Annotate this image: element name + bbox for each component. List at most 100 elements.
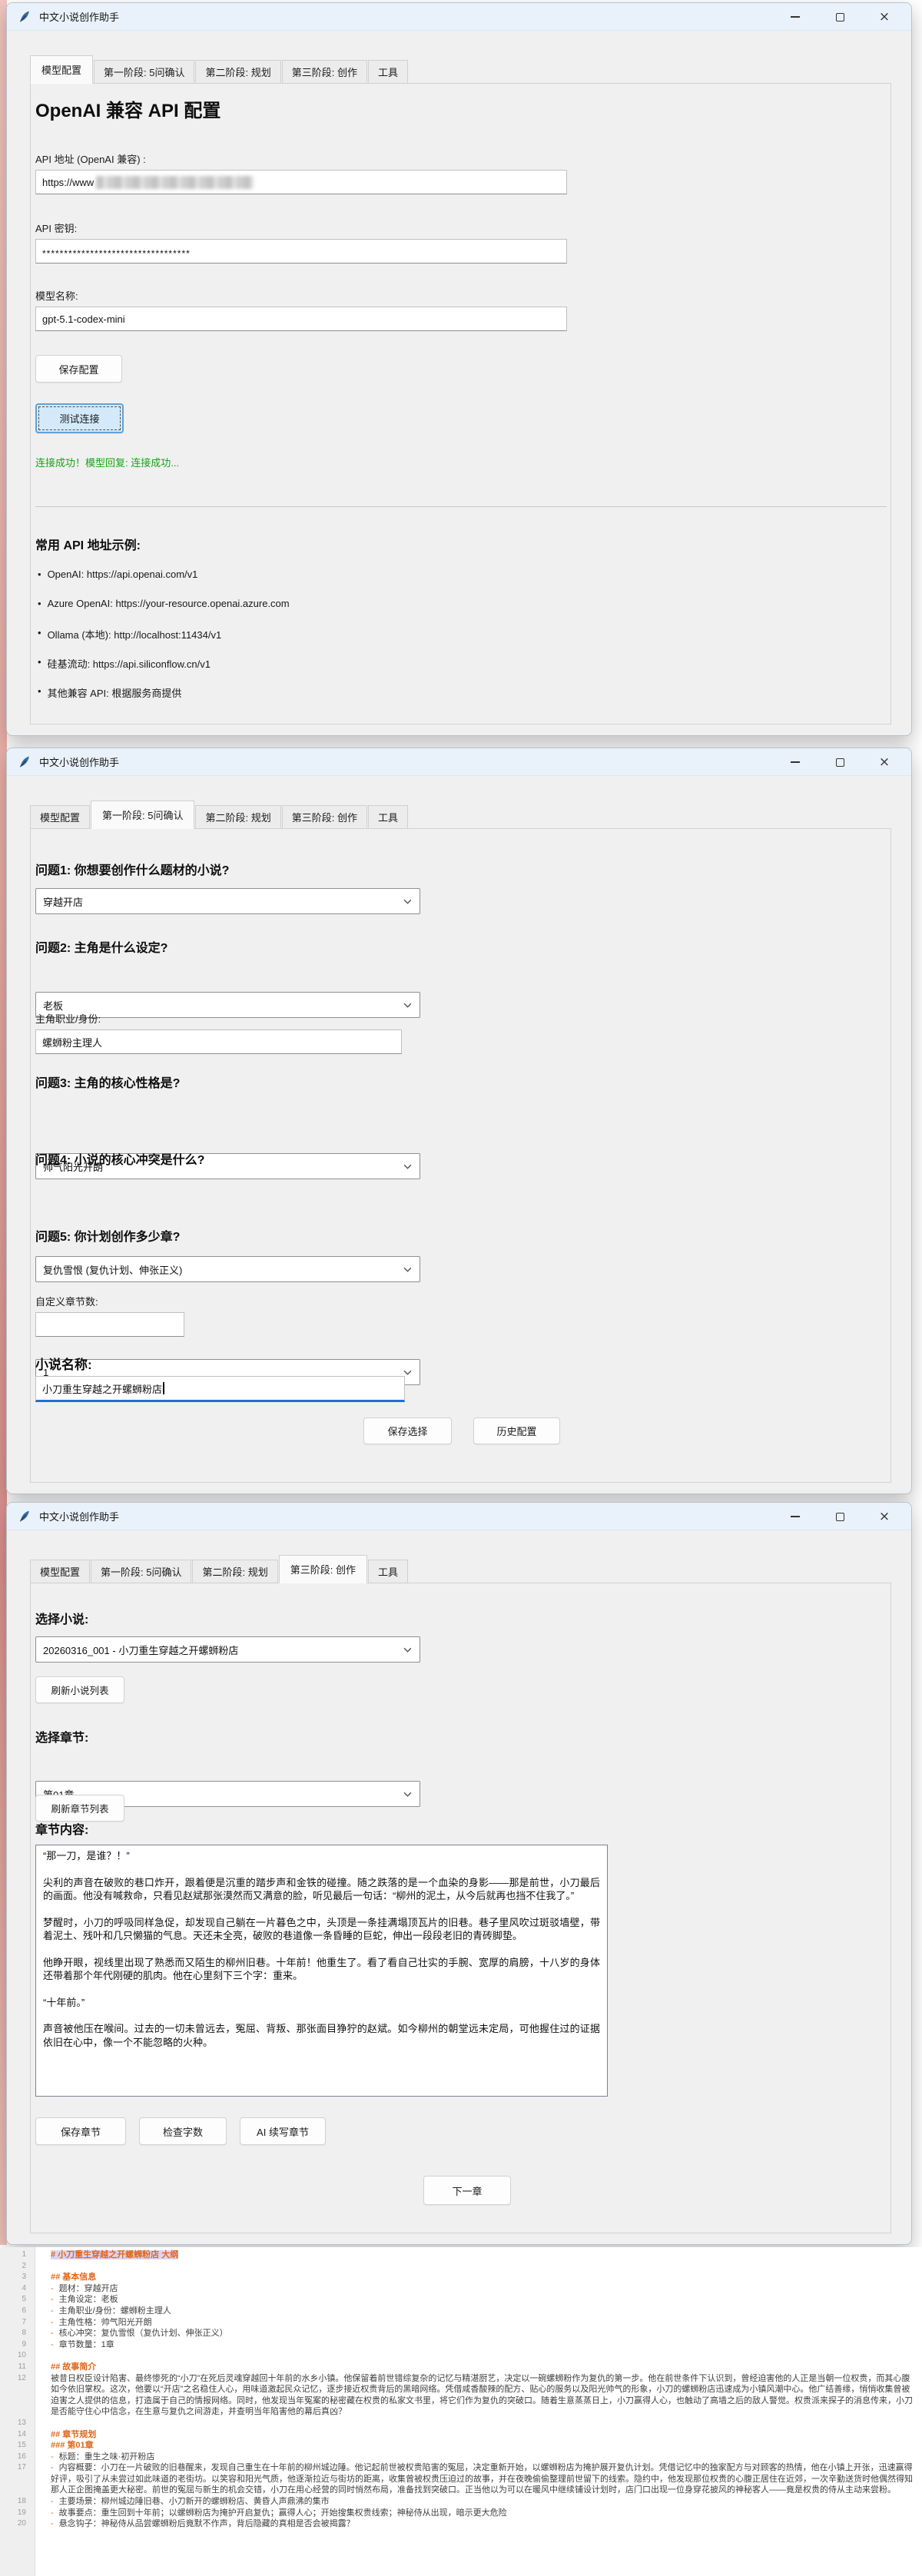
tab-stage1[interactable]: 第一阶段: 5问确认 — [94, 60, 194, 84]
novel-select[interactable]: 20260316_001 - 小刀重生穿越之开螺蛳粉店 — [35, 1636, 420, 1663]
chapter-paragraph: 尖利的声音在破败的巷口炸开，跟着便是沉重的踏步声和金铁的碰撞。随之跌落的是一个血… — [43, 1876, 600, 1903]
line-number: 10 — [0, 2350, 35, 2362]
line-number: 14 — [0, 2429, 35, 2441]
editor-line: 7-主角性格：帅气阳光开朗 — [0, 2317, 922, 2329]
q1-genre-select[interactable]: 穿越开店 — [35, 888, 420, 914]
list-item: • 其他兼容 API: 根据服务商提供 — [38, 685, 181, 700]
model-name-input[interactable]: gpt-5.1-codex-mini — [35, 307, 567, 331]
maximize-button[interactable] — [818, 1503, 862, 1530]
minimize-button[interactable] — [773, 748, 818, 776]
line-number: 13 — [0, 2418, 35, 2429]
q2-value: 老板 — [43, 998, 63, 1013]
bullet-icon: • — [38, 569, 41, 580]
redacted-url-text — [96, 176, 254, 189]
editor-line: 15### 第01章 — [0, 2440, 922, 2452]
titlebar[interactable]: 中文小说创作助手 × — [7, 3, 911, 31]
tk-feather-icon — [18, 10, 32, 24]
text-caret — [163, 1382, 164, 1394]
tab-tools[interactable]: 工具 — [368, 805, 408, 829]
novel-select-value: 20260316_001 - 小刀重生穿越之开螺蛳粉店 — [43, 1643, 238, 1657]
close-button[interactable]: × — [862, 3, 907, 31]
editor-line: 4-题材：穿越开店 — [0, 2283, 922, 2295]
editor-line: 10 — [0, 2350, 922, 2362]
save-selection-button[interactable]: 保存选择 — [363, 1417, 452, 1444]
editor-line: 18-主要场景：柳州城边陲旧巷、小刀新开的螺蛳粉店、黄昏人声鼎沸的集市 — [0, 2496, 922, 2508]
line-number: 4 — [0, 2283, 35, 2295]
minimize-button[interactable] — [773, 3, 818, 31]
bullet-icon: • — [38, 627, 41, 642]
chevron-down-icon — [403, 1647, 412, 1653]
bullet-icon: • — [38, 685, 41, 700]
api-key-input[interactable]: ********************************** — [35, 239, 567, 264]
save-chapter-button[interactable]: 保存章节 — [35, 2117, 126, 2145]
chevron-down-icon — [403, 1792, 412, 1797]
example-siliconflow: 硅基流动: https://api.siliconflow.cn/v1 — [48, 656, 211, 671]
tab-tools[interactable]: 工具 — [368, 60, 408, 84]
line-number: 18 — [0, 2496, 35, 2508]
md-title: # 小刀重生穿越之开螺蛳粉店 大纲 — [51, 2250, 178, 2259]
history-config-button[interactable]: 历史配置 — [473, 1417, 560, 1444]
tab-stage2[interactable]: 第二阶段: 规划 — [195, 805, 280, 829]
example-other: 其他兼容 API: 根据服务商提供 — [48, 685, 182, 700]
chapter-content-textarea[interactable]: “那一刀，是谁？！” 尖利的声音在破败的巷口炸开，跟着便是沉重的踏步声和金铁的碰… — [35, 1845, 608, 2097]
line-number: 11 — [0, 2362, 35, 2373]
window-title: 中文小说创作助手 — [39, 754, 119, 769]
tab-model-config[interactable]: 模型配置 — [30, 805, 90, 829]
ai-continue-button[interactable]: AI 续写章节 — [240, 2117, 326, 2145]
test-connection-button[interactable]: 测试连接 — [35, 403, 124, 433]
md-list-item: 悬念钩子：神秘侍从品尝螺蛳粉后竟默不作声，背后隐藏的真相是否会被揭露？ — [59, 2519, 355, 2528]
list-marker: - — [51, 2519, 54, 2528]
tab-stage1[interactable]: 第一阶段: 5问确认 — [91, 1560, 191, 1583]
novel-name-input[interactable]: 小刀重生穿越之开螺蛳粉店 — [35, 1376, 405, 1402]
minimize-icon — [791, 761, 800, 763]
chapter-content-label: 章节内容: — [35, 1819, 88, 1838]
line-number: 1 — [0, 2249, 35, 2261]
tab-tools[interactable]: 工具 — [368, 1560, 408, 1583]
refresh-chapters-button[interactable]: 刷新章节列表 — [35, 1795, 124, 1822]
titlebar[interactable]: 中文小说创作助手 × — [7, 1503, 911, 1530]
list-marker: - — [51, 2306, 54, 2316]
tab-bar: 模型配置 第一阶段: 5问确认 第二阶段: 规划 第三阶段: 创作 工具 — [30, 801, 409, 829]
tab-stage3[interactable]: 第三阶段: 创作 — [279, 1555, 367, 1583]
tab-stage3[interactable]: 第三阶段: 创作 — [282, 805, 367, 829]
occupation-value: 螺蛳粉主理人 — [42, 1035, 102, 1049]
editor-line: 1 # 小刀重生穿越之开螺蛳粉店 大纲 — [0, 2249, 922, 2261]
chevron-down-icon — [403, 899, 412, 904]
list-item: •Ollama (本地): http://localhost:11434/v1 — [38, 627, 221, 642]
list-item: •硅基流动: https://api.siliconflow.cn/v1 — [38, 656, 211, 671]
chevron-down-icon — [403, 1267, 412, 1272]
window-controls: × — [773, 1503, 907, 1530]
save-config-button[interactable]: 保存配置 — [35, 355, 122, 383]
window-title: 中文小说创作助手 — [39, 9, 119, 24]
api-url-input[interactable]: https://www — [35, 170, 567, 194]
page-title: OpenAI 兼容 API 配置 — [35, 95, 221, 122]
chevron-down-icon — [403, 1003, 412, 1008]
refresh-novels-button[interactable]: 刷新小说列表 — [35, 1676, 124, 1703]
chevron-down-icon — [403, 1370, 412, 1375]
occupation-input[interactable]: 螺蛳粉主理人 — [35, 1029, 402, 1054]
md-heading: ### 第01章 — [35, 2440, 922, 2452]
model-name-value: gpt-5.1-codex-mini — [42, 313, 125, 325]
editor-line: 20-悬念钩子：神秘侍从品尝螺蛳粉后竟默不作声，背后隐藏的真相是否会被揭露？ — [0, 2518, 922, 2530]
outline-editor[interactable]: 1# 小刀重生穿越之开螺蛳粉店 大纲 2 3## 基本信息 4-题材：穿越开店 … — [0, 2247, 922, 2576]
minimize-button[interactable] — [773, 1503, 818, 1530]
tab-stage3[interactable]: 第三阶段: 创作 — [282, 60, 367, 84]
editor-line: 8-核心冲突：复仇雪恨（复仇计划、伸张正义） — [0, 2328, 922, 2339]
next-chapter-button[interactable]: 下一章 — [423, 2176, 511, 2205]
tab-stage2[interactable]: 第二阶段: 规划 — [195, 60, 280, 84]
maximize-button[interactable] — [818, 748, 862, 776]
tab-model-config[interactable]: 模型配置 — [30, 1560, 90, 1583]
custom-chapters-label: 自定义章节数: — [35, 1294, 98, 1308]
tab-stage2[interactable]: 第二阶段: 规划 — [192, 1560, 277, 1583]
tab-model-config[interactable]: 模型配置 — [30, 55, 93, 84]
titlebar[interactable]: 中文小说创作助手 × — [7, 748, 911, 776]
maximize-button[interactable] — [818, 3, 862, 31]
tab-stage1[interactable]: 第一阶段: 5问确认 — [91, 801, 194, 829]
q4-conflict-select[interactable]: 复仇雪恨 (复仇计划、伸张正义) — [35, 1256, 420, 1282]
editor-line: 2 — [0, 2261, 922, 2273]
list-marker: - — [51, 2508, 54, 2518]
custom-chapters-input[interactable] — [35, 1312, 184, 1337]
close-button[interactable]: × — [862, 1503, 907, 1530]
close-button[interactable]: × — [862, 748, 907, 776]
word-count-button[interactable]: 检查字数 — [139, 2117, 227, 2145]
